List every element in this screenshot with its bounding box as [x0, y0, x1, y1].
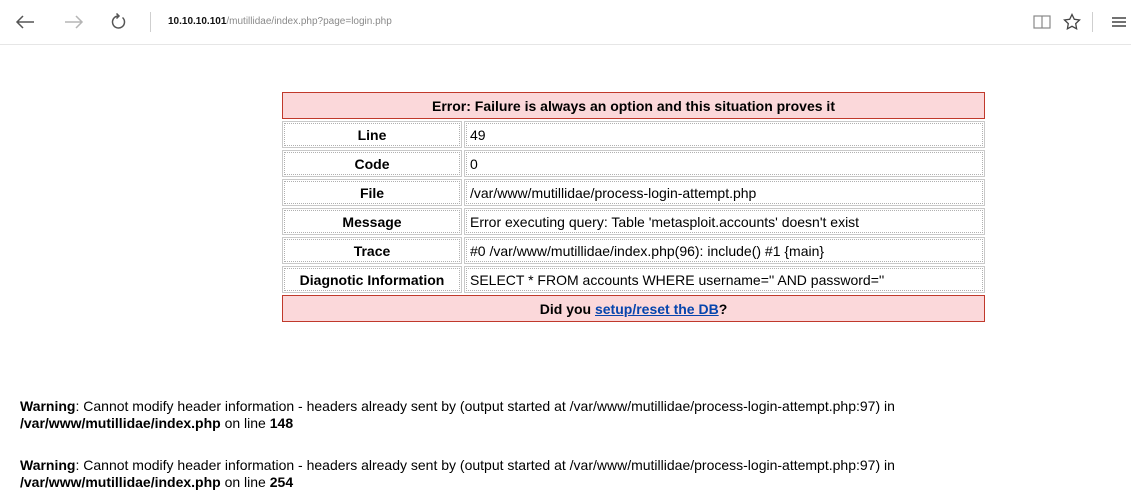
row-value-file: /var/www/mutillidae/process-login-attemp… — [464, 179, 985, 206]
error-table: Error: Failure is always an option and t… — [280, 90, 987, 324]
table-row: Code 0 — [282, 150, 985, 177]
warning-text: : Cannot modify header information - hea… — [75, 457, 895, 473]
table-row: Trace #0 /var/www/mutillidae/index.php(9… — [282, 237, 985, 264]
star-favorite-icon[interactable] — [1060, 10, 1084, 34]
error-footer: Did you setup/reset the DB? — [282, 295, 985, 322]
row-label-line: Line — [282, 121, 462, 148]
refresh-icon[interactable] — [106, 10, 130, 34]
table-row: Message Error executing query: Table 'me… — [282, 208, 985, 235]
warning-line: 148 — [269, 415, 294, 431]
row-value-trace: #0 /var/www/mutillidae/index.php(96): in… — [464, 237, 985, 264]
row-label-message: Message — [282, 208, 462, 235]
footer-prefix: Did you — [539, 300, 595, 317]
toolbar-divider — [1092, 12, 1093, 32]
back-arrow-icon[interactable] — [13, 10, 37, 34]
footer-suffix: ? — [718, 300, 728, 317]
reading-view-icon[interactable] — [1030, 10, 1054, 34]
browser-toolbar: 10.10.10.101/mutillidae/index.php?page=l… — [0, 0, 1131, 45]
setup-reset-db-link[interactable]: setup/reset the DB — [595, 301, 719, 317]
row-value-line: 49 — [464, 121, 985, 148]
row-label-diagnostic: Diagnotic Information — [282, 266, 462, 293]
warning-online: on line — [220, 415, 270, 431]
row-value-code: 0 — [464, 150, 985, 177]
row-label-code: Code — [282, 150, 462, 177]
warning-label: Warning — [20, 457, 76, 473]
error-title: Error: Failure is always an option and t… — [282, 92, 985, 119]
warning-message: Warning: Cannot modify header informatio… — [20, 398, 1120, 432]
warning-file: /var/www/mutillidae/index.php — [20, 474, 221, 490]
warning-line: 254 — [269, 474, 294, 490]
warning-label: Warning — [20, 398, 76, 414]
url-path: /mutillidae/index.php?page=login.php — [226, 16, 392, 27]
row-value-diagnostic: SELECT * FROM accounts WHERE username=''… — [464, 266, 985, 293]
forward-arrow-icon[interactable] — [62, 10, 86, 34]
url-host: 10.10.10.101 — [168, 16, 227, 27]
table-row: File /var/www/mutillidae/process-login-a… — [282, 179, 985, 206]
address-bar[interactable]: 10.10.10.101/mutillidae/index.php?page=l… — [168, 13, 392, 31]
menu-icon[interactable] — [1107, 10, 1131, 34]
warning-file: /var/www/mutillidae/index.php — [20, 415, 221, 431]
table-row: Line 49 — [282, 121, 985, 148]
warning-message: Warning: Cannot modify header informatio… — [20, 457, 1120, 491]
toolbar-divider — [150, 12, 151, 32]
table-row: Diagnotic Information SELECT * FROM acco… — [282, 266, 985, 293]
warning-text: : Cannot modify header information - hea… — [75, 398, 895, 414]
row-value-message: Error executing query: Table 'metasploit… — [464, 208, 985, 235]
row-label-trace: Trace — [282, 237, 462, 264]
warning-online: on line — [220, 474, 270, 490]
row-label-file: File — [282, 179, 462, 206]
